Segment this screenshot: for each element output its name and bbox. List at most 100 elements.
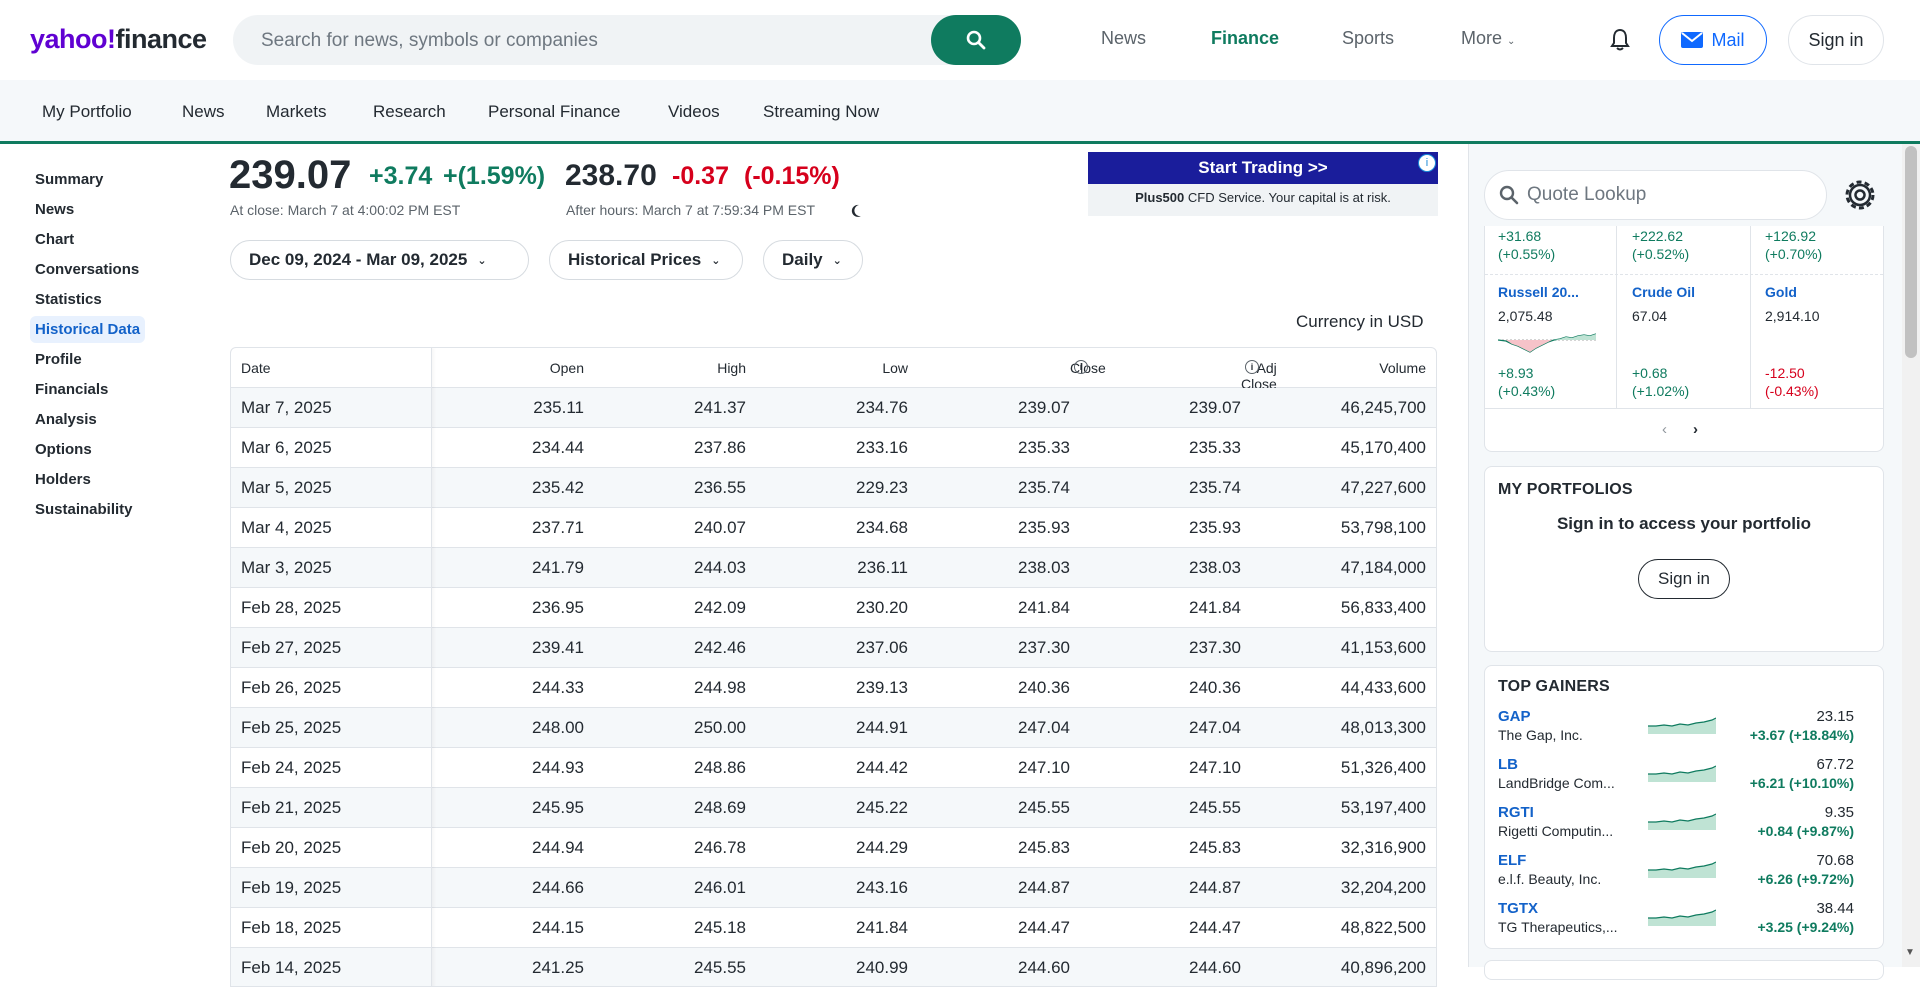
carousel-prev-icon[interactable]: ‹	[1662, 421, 1667, 438]
info-icon[interactable]: i	[1245, 360, 1259, 374]
ad-cta[interactable]: Start Trading >>	[1088, 152, 1438, 184]
leftnav-summary[interactable]: Summary	[35, 171, 103, 188]
gainer-item[interactable]: LB LandBridge Com... 67.72 +6.21 (+10.10%)	[1498, 756, 1854, 804]
cell-close: 235.74	[1018, 478, 1070, 497]
quote-lookup-input[interactable]: Quote Lookup	[1484, 170, 1827, 220]
subnav-markets[interactable]: Markets	[266, 102, 326, 122]
topnav-sports[interactable]: Sports	[1342, 28, 1394, 49]
leftnav-holders[interactable]: Holders	[35, 471, 91, 488]
gainer-symbol[interactable]: GAP	[1498, 708, 1531, 725]
scrollbar-thumb[interactable]	[1905, 146, 1917, 358]
frequency-dropdown[interactable]: Daily ⌄	[763, 240, 863, 280]
signin-button[interactable]: Sign in	[1788, 15, 1884, 65]
ad-banner[interactable]: Start Trading >> i Plus500 CFD Service. …	[1088, 152, 1438, 216]
mail-icon	[1681, 32, 1704, 48]
ad-text: Plus500 CFD Service. Your capital is at …	[1088, 190, 1438, 205]
market-name[interactable]: Crude Oil	[1632, 284, 1695, 300]
after-hours-price: 238.70	[565, 159, 657, 192]
table-row: Feb 24, 2025 244.93 248.86 244.42 247.10 247.…	[231, 748, 1436, 788]
subnav-streaming-now[interactable]: Streaming Now	[763, 102, 879, 122]
gainer-symbol[interactable]: ELF	[1498, 852, 1526, 869]
header-date[interactable]: Date	[241, 360, 271, 376]
leftnav-options[interactable]: Options	[35, 441, 92, 458]
gainer-item[interactable]: GAP The Gap, Inc. 23.15 +3.67 (+18.84%)	[1498, 708, 1854, 756]
gainer-item[interactable]: ELF e.l.f. Beauty, Inc. 70.68 +6.26 (+9.72%…	[1498, 852, 1854, 900]
data-type-dropdown[interactable]: Historical Prices ⌄	[549, 240, 743, 280]
header-high[interactable]: High	[717, 360, 746, 376]
quote-lookup-placeholder: Quote Lookup	[1527, 184, 1647, 205]
search-bar[interactable]: Search for news, symbols or companies	[233, 15, 1021, 65]
cell-date: Mar 6, 2025	[241, 438, 332, 457]
portfolio-signin-button[interactable]: Sign in	[1638, 559, 1730, 599]
cell-date: Feb 18, 2025	[241, 918, 342, 937]
topnav-news[interactable]: News	[1101, 28, 1146, 49]
sparkline-chart	[1648, 861, 1716, 878]
cell-volume: 48,013,300	[1340, 718, 1426, 737]
gainer-symbol[interactable]: LB	[1498, 756, 1518, 773]
portfolio-title: MY PORTFOLIOS	[1498, 481, 1633, 498]
gainer-name: LandBridge Com...	[1498, 775, 1615, 791]
subnav-my-portfolio[interactable]: My Portfolio	[42, 102, 132, 122]
gainer-item[interactable]: RGTI Rigetti Computin... 9.35 +0.84 (+9.87%…	[1498, 804, 1854, 852]
cell-adj-close: 244.60	[1189, 958, 1241, 977]
cell-open: 234.44	[532, 438, 584, 457]
cell-close: 244.60	[1018, 958, 1070, 977]
mail-label: Mail	[1711, 29, 1745, 50]
logo-yahoo: yahoo!	[30, 24, 116, 54]
cell-adj-close: 247.04	[1189, 718, 1241, 737]
leftnav-analysis[interactable]: Analysis	[35, 411, 97, 428]
gainer-item[interactable]: TGTX TG Therapeutics,... 38.44 +3.25 (+9.24…	[1498, 900, 1854, 948]
gainer-price: 38.44	[1816, 900, 1854, 917]
yahoo-finance-logo[interactable]: yahoo!finance	[30, 24, 207, 55]
subnav-news[interactable]: News	[182, 102, 225, 122]
subnav-videos[interactable]: Videos	[668, 102, 720, 122]
quote-price: 239.07	[229, 153, 352, 197]
market-name[interactable]: Gold	[1765, 284, 1797, 300]
quote-change-pct: +(1.59%)	[443, 162, 546, 190]
gainer-change: +3.67 (+18.84%)	[1749, 727, 1854, 743]
data-type-label: Historical Prices	[568, 250, 702, 269]
cell-date: Feb 20, 2025	[241, 838, 342, 857]
cell-low: 244.42	[856, 758, 908, 777]
leftnav-statistics[interactable]: Statistics	[35, 291, 102, 308]
cell-open: 235.11	[533, 398, 584, 417]
carousel-next-icon[interactable]: ›	[1693, 421, 1698, 438]
info-icon[interactable]: i	[1074, 360, 1088, 374]
search-input[interactable]: Search for news, symbols or companies	[261, 30, 598, 52]
gear-icon[interactable]	[1838, 173, 1882, 217]
gainer-change: +3.25 (+9.24%)	[1757, 919, 1854, 935]
date-range-picker[interactable]: Dec 09, 2024 - Mar 09, 2025 ⌄	[230, 240, 529, 280]
scroll-down-icon[interactable]: ▼	[1905, 947, 1915, 958]
leftnav-conversations[interactable]: Conversations	[35, 261, 139, 278]
quote-change: +3.74	[369, 162, 433, 190]
header-open[interactable]: Open	[550, 360, 584, 376]
gainer-name: TG Therapeutics,...	[1498, 919, 1618, 935]
leftnav-sustainability[interactable]: Sustainability	[35, 501, 133, 518]
subnav-personal-finance[interactable]: Personal Finance	[488, 102, 620, 122]
leftnav-chart[interactable]: Chart	[35, 231, 74, 248]
bell-icon[interactable]	[1609, 28, 1631, 52]
leftnav-news[interactable]: News	[35, 201, 74, 218]
header-low[interactable]: Low	[882, 360, 908, 376]
cell-low: 240.99	[856, 958, 908, 977]
table-row: Feb 19, 2025 244.66 246.01 243.16 244.87 244.…	[231, 868, 1436, 908]
leftnav-profile[interactable]: Profile	[35, 351, 82, 368]
header-volume[interactable]: Volume	[1379, 360, 1426, 376]
table-row: Feb 28, 2025 236.95 242.09 230.20 241.84 241.…	[231, 588, 1436, 628]
mail-button[interactable]: Mail	[1659, 15, 1767, 65]
gainer-symbol[interactable]: RGTI	[1498, 804, 1534, 821]
leftnav-historical-data[interactable]: Historical Data	[30, 316, 146, 343]
subnav-research[interactable]: Research	[373, 102, 446, 122]
leftnav-financials[interactable]: Financials	[35, 381, 108, 398]
market-change: +31.68	[1498, 228, 1542, 244]
topnav-more[interactable]: More ⌄	[1461, 28, 1515, 49]
cell-low: 230.20	[856, 598, 908, 617]
historical-prices-table: Date Open High Low Close i Adj Close i Vol…	[230, 347, 1437, 987]
gainer-change: +6.26 (+9.72%)	[1757, 871, 1854, 887]
search-button[interactable]	[931, 15, 1021, 65]
info-icon[interactable]: i	[1418, 154, 1436, 172]
gainer-symbol[interactable]: TGTX	[1498, 900, 1538, 917]
topnav-finance[interactable]: Finance	[1211, 28, 1279, 49]
cell-close: 244.47	[1018, 918, 1070, 937]
market-name[interactable]: Russell 20...	[1498, 284, 1579, 300]
